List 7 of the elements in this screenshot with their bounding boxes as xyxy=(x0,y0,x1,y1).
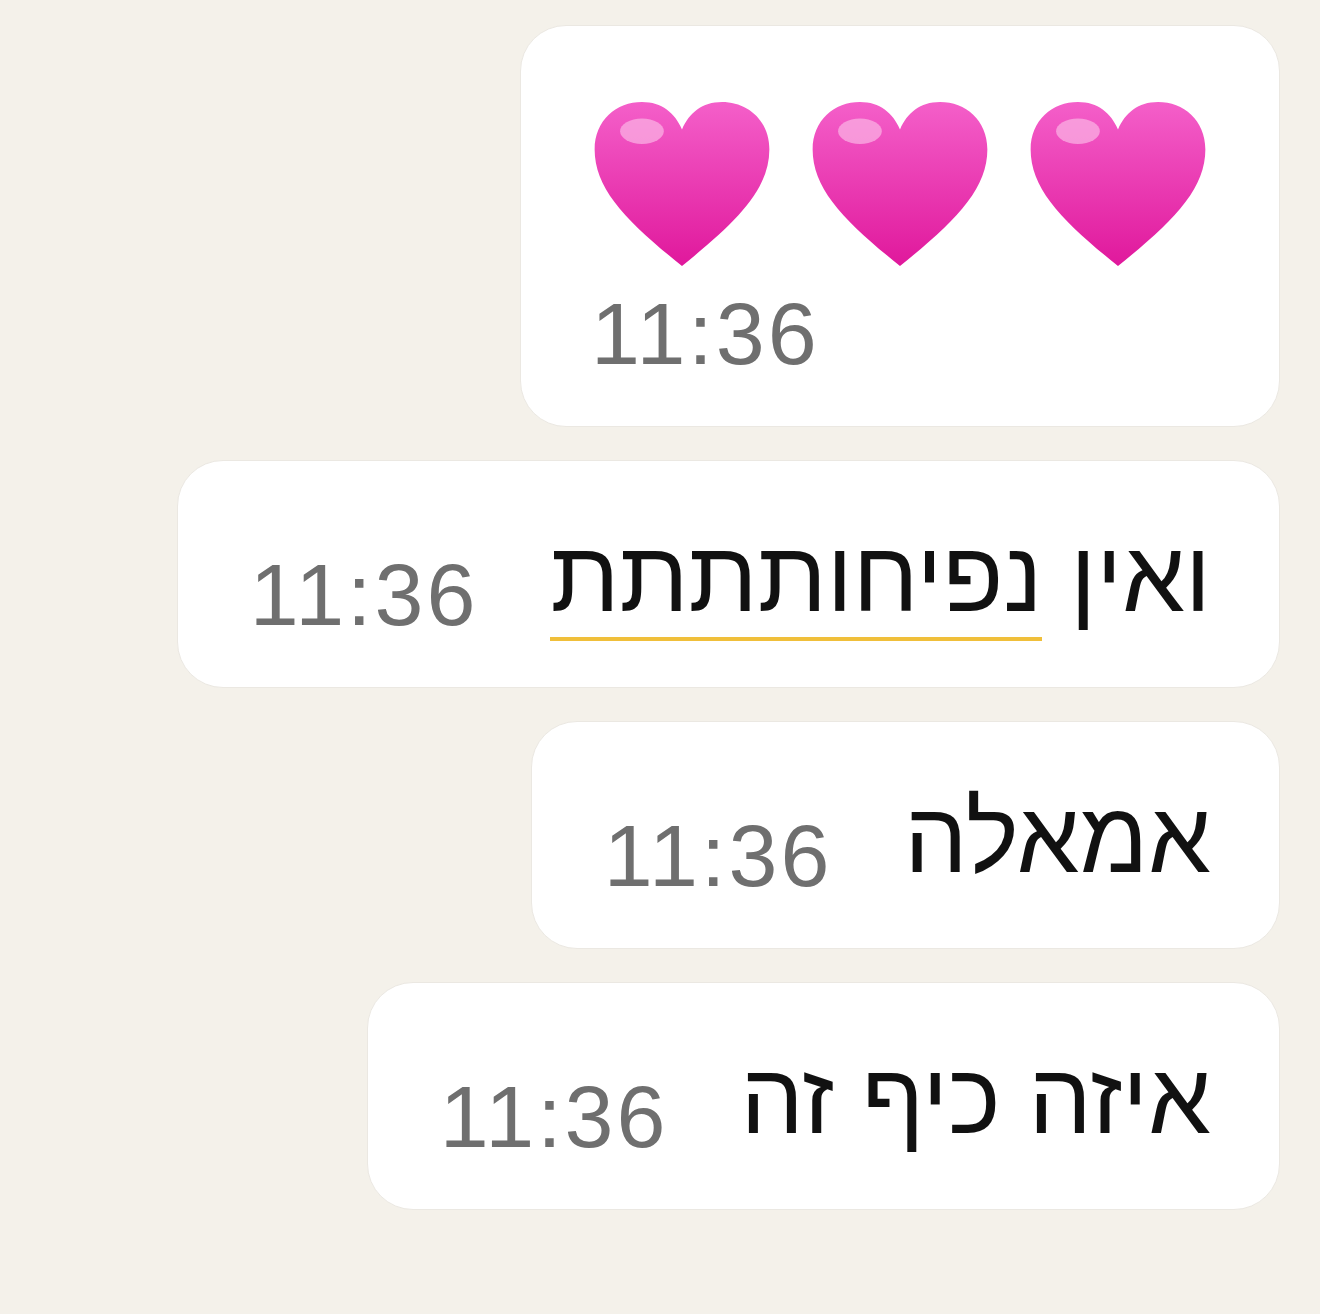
message-time: 11:36 xyxy=(249,551,479,639)
message-time: 11:36 xyxy=(439,1073,669,1161)
message-text: ואין נפיחותתתת xyxy=(550,521,1211,649)
message-time: 11:36 xyxy=(603,812,833,900)
message-time: 11:36 xyxy=(591,290,820,378)
message-text: אמאלה xyxy=(904,782,1211,895)
message-text: איזה כיף זה xyxy=(740,1043,1211,1156)
